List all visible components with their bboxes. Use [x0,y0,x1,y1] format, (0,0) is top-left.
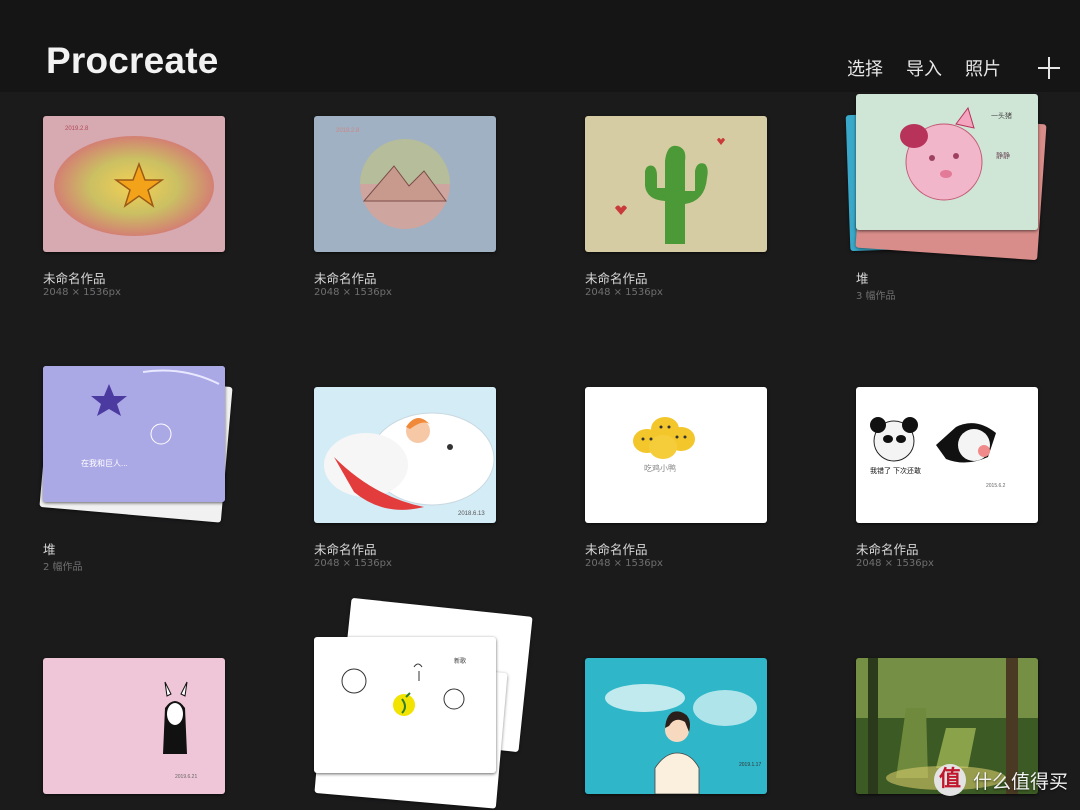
stack-thumbnail-purple-star[interactable]: 在我和巨人... [43,366,225,502]
photos-button[interactable]: 照片 [965,55,1001,81]
chick-caption: 吃鸡小鸭 [644,463,676,473]
artwork-size: 2048 × 1536px [585,558,663,569]
top-bar: Procreate 选择 导入 照片 [0,0,1080,92]
svg-text:新歌: 新歌 [454,657,466,665]
artwork-size: 2048 × 1536px [585,287,663,298]
svg-text:2015.6.2: 2015.6.2 [986,483,1006,489]
select-button[interactable]: 选择 [847,55,883,81]
stack-thumbnail-pig[interactable]: 一头猪 静静 [856,94,1038,230]
svg-text:静静: 静静 [996,151,1010,160]
svg-text:2019.2.8: 2019.2.8 [336,128,360,134]
watermark-text: 什么值得买 [972,770,1068,793]
artwork-size: 2048 × 1536px [314,287,392,298]
svg-text:2019.1.17: 2019.1.17 [739,762,761,768]
watermark: 值 什么值得买 [933,760,1068,800]
artwork-title: 未命名作品 [585,271,648,286]
stack-count: 3 幅作品 [856,291,896,302]
artwork-thumbnail-girl-sky[interactable]: 2019.1.17 [585,658,767,794]
artwork-thumbnail-star[interactable]: 2019.2.8 [43,116,225,252]
artwork-title: 未命名作品 [585,542,648,557]
artwork-thumbnail-mountains[interactable]: 2019.2.8 [314,116,496,252]
new-canvas-plus-icon[interactable] [1038,57,1060,79]
artwork-title: 未命名作品 [856,542,919,557]
artwork-size: 2048 × 1536px [856,558,934,569]
artwork-title: 未命名作品 [43,271,106,286]
artwork-size: 2048 × 1536px [314,558,392,569]
import-button[interactable]: 导入 [906,55,942,81]
artwork-title: 未命名作品 [314,271,377,286]
svg-text:一头猪: 一头猪 [991,111,1012,120]
svg-text:2019.6.21: 2019.6.21 [175,774,197,780]
artwork-title: 未命名作品 [314,542,377,557]
toolbar-actions: 选择 导入 照片 [847,54,1080,82]
svg-text:在我和巨人...: 在我和巨人... [81,458,128,468]
stack-title: 堆 [856,271,869,286]
artwork-thumbnail-no-face[interactable]: 2019.6.21 [43,658,225,794]
svg-text:2019.2.8: 2019.2.8 [65,126,89,132]
artwork-thumbnail-panda-memes[interactable]: 我错了 下次还敢 2015.6.2 [856,387,1038,523]
artwork-thumbnail-yellow-chicks[interactable]: 吃鸡小鸭 [585,387,767,523]
stack-count: 2 幅作品 [43,562,83,573]
artwork-size: 2048 × 1536px [43,287,121,298]
stack-title: 堆 [43,542,56,557]
watermark-logo: 值 [933,764,966,796]
svg-text:2018.6.13: 2018.6.13 [458,511,485,517]
stack-thumbnail-sketches[interactable]: 新歌 [314,637,496,773]
artwork-thumbnail-cactus[interactable] [585,116,767,252]
app-title: Procreate [46,40,219,81]
artwork-thumbnail-girl-and-dog[interactable]: 2018.6.13 [314,387,496,523]
panda-caption: 我错了 下次还敢 [870,466,921,475]
